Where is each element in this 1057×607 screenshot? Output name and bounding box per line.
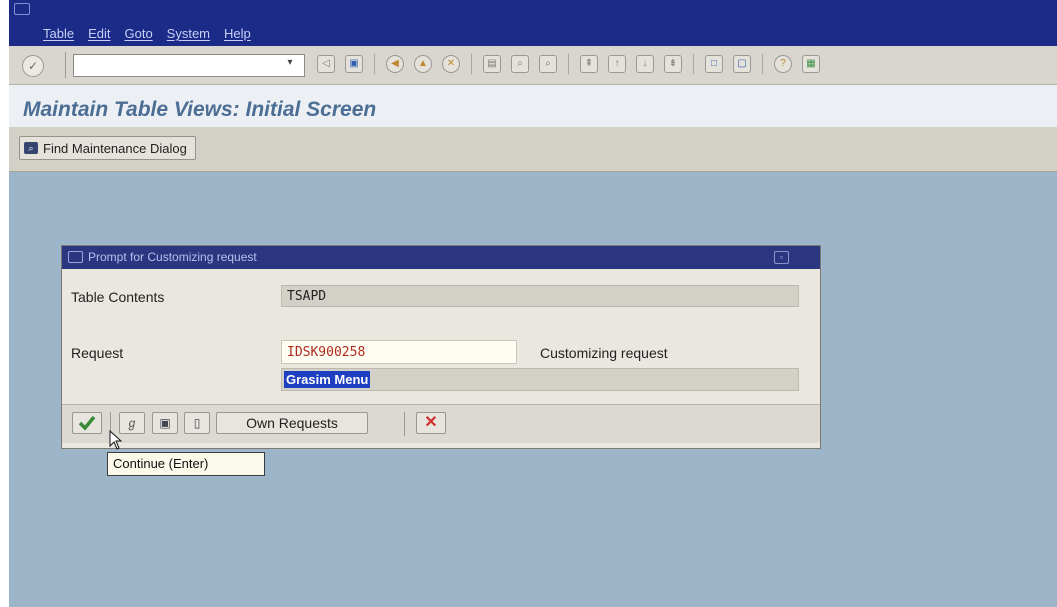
dialog-toolbar: ℊ ▣ ▯ Own Requests ✕ (62, 404, 820, 443)
toolbar-divider (471, 54, 472, 74)
window-menu-icon[interactable] (14, 3, 30, 15)
find-icon[interactable]: ⌕ (511, 55, 529, 73)
save-icon[interactable]: ▣ (345, 55, 363, 73)
dialog-header: Prompt for Customizing request ▫ (62, 246, 820, 269)
first-page-icon[interactable]: ⇞ (580, 55, 598, 73)
menu-help[interactable]: Help (224, 26, 251, 41)
next-page-icon[interactable]: ↓ (636, 55, 654, 73)
request-label: Request (71, 345, 124, 361)
command-field[interactable] (73, 54, 305, 77)
last-page-icon[interactable]: ⇟ (664, 55, 682, 73)
application-toolbar: ⌕ Find Maintenance Dialog (9, 127, 1057, 172)
toolbar-icons: ◁ ▣ ◀ ▲ ✕ ▤ ⌕ ⌕ ⇞ ↑ ↓ ⇟ □ ▢ ? ▦ (312, 54, 825, 74)
continue-button[interactable] (72, 412, 102, 434)
find-next-icon[interactable]: ⌕ (539, 55, 557, 73)
request-type-text: Customizing request (540, 345, 668, 361)
toolbar-divider (762, 54, 763, 74)
binoculars-icon: ⌕ (24, 142, 38, 154)
exit-icon[interactable]: ▲ (414, 55, 432, 73)
cancel-icon[interactable]: ✕ (442, 55, 460, 73)
shortcut-icon[interactable]: ▢ (733, 55, 751, 73)
dialog-toolbar-divider (404, 412, 405, 436)
menu-system[interactable]: System (167, 26, 210, 41)
request-description-text: Grasim Menu (284, 371, 371, 388)
command-dropdown-icon[interactable]: ▾ (285, 57, 295, 69)
menu-goto[interactable]: Goto (124, 26, 152, 41)
table-contents-label: Table Contents (71, 289, 165, 305)
close-icon[interactable]: ▫ (774, 251, 789, 264)
menu-table[interactable]: Table (43, 26, 74, 41)
toolbar-divider (568, 54, 569, 74)
menu-list: Table Edit Goto System Help (43, 26, 265, 41)
continue-tooltip: Continue (Enter) (107, 452, 265, 476)
enter-icon[interactable]: ✓ (22, 55, 44, 77)
create-request-icon[interactable]: ▯ (184, 412, 210, 434)
toolbar-divider (693, 54, 694, 74)
layout-menu-icon[interactable]: ▦ (802, 55, 820, 73)
find-maintenance-dialog-button[interactable]: ⌕ Find Maintenance Dialog (19, 136, 196, 160)
create-session-icon[interactable]: □ (705, 55, 723, 73)
mouse-cursor-icon (109, 430, 123, 450)
cancel-button[interactable]: ✕ (416, 412, 446, 434)
history-back-icon[interactable]: ◁ (317, 55, 335, 73)
menu-bar: Table Edit Goto System Help (9, 0, 1057, 46)
page-title: Maintain Table Views: Initial Screen (23, 98, 377, 121)
print-icon[interactable]: ▤ (483, 55, 501, 73)
title-bar: Maintain Table Views: Initial Screen (9, 85, 1057, 127)
own-requests-button[interactable]: Own Requests (216, 412, 368, 434)
menu-edit[interactable]: Edit (88, 26, 110, 41)
toolbar-divider (65, 52, 66, 78)
standard-toolbar: ✓ ▾ ◁ ▣ ◀ ▲ ✕ ▤ ⌕ ⌕ ⇞ ↑ ↓ ⇟ □ ▢ ? ▦ (9, 46, 1057, 85)
sap-window: Table Edit Goto System Help ✓ ▾ ◁ ▣ ◀ ▲ … (9, 0, 1057, 607)
customizing-request-dialog: Prompt for Customizing request ▫ Table C… (61, 245, 821, 449)
toolbar-divider (374, 54, 375, 74)
help-icon[interactable]: ? (774, 55, 792, 73)
request-field[interactable]: IDSK900258 (281, 340, 517, 364)
checkmark-icon (78, 415, 96, 431)
previous-page-icon[interactable]: ↑ (608, 55, 626, 73)
request-description-field[interactable]: Grasim Menu (281, 368, 799, 391)
dialog-title: Prompt for Customizing request (88, 250, 257, 264)
table-contents-field: TSAPD (281, 285, 799, 307)
back-icon[interactable]: ◀ (386, 55, 404, 73)
display-object-list-icon[interactable]: ▣ (152, 412, 178, 434)
find-maintenance-dialog-label: Find Maintenance Dialog (43, 140, 187, 156)
dialog-menu-icon[interactable] (68, 251, 83, 263)
